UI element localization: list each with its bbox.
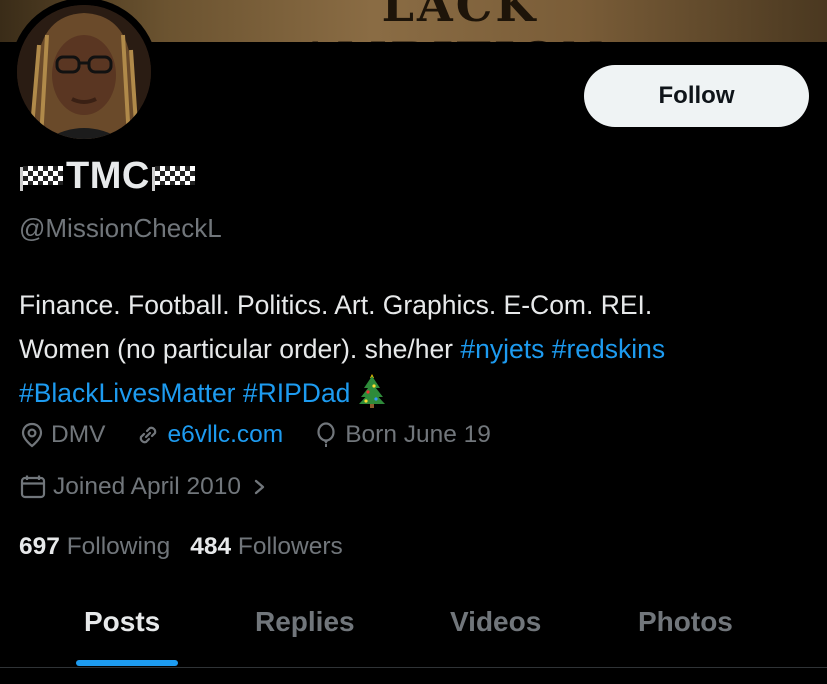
followers-stat[interactable]: 484 Followers xyxy=(190,533,343,561)
follow-button[interactable]: Follow xyxy=(584,65,809,127)
profile-handle: @MissionCheckL xyxy=(19,213,222,243)
hashtag-ripdad[interactable]: #RIPDad xyxy=(243,378,351,408)
website-link[interactable]: e6vllc.com xyxy=(167,421,283,449)
tab-videos[interactable]: Videos xyxy=(450,606,541,638)
location-text: DMV xyxy=(51,421,106,448)
tabs-divider xyxy=(0,667,827,668)
tab-replies[interactable]: Replies xyxy=(255,606,355,638)
birthday-item: Born June 19 xyxy=(313,421,491,449)
joined-row[interactable]: Joined April 2010 xyxy=(19,473,307,501)
location-pin-icon xyxy=(21,422,43,448)
display-name: TMC xyxy=(66,155,150,197)
following-count: 697 xyxy=(19,533,60,560)
avatar[interactable] xyxy=(17,5,151,139)
display-name-row: TMC xyxy=(20,155,196,198)
bio-line-2: Women (no particular order). she/her xyxy=(19,334,461,364)
birthday-text: Born June 19 xyxy=(345,421,491,448)
profile-meta-row: DMV e6vllc.com Born June 19 xyxy=(19,421,521,449)
joined-text: Joined April 2010 xyxy=(53,473,241,500)
balloon-icon xyxy=(317,422,335,447)
location-item: DMV xyxy=(19,421,105,449)
profile-tabs: Posts Replies Videos Photos xyxy=(0,590,827,666)
followers-count: 484 xyxy=(190,533,232,560)
hashtag-nyjets[interactable]: #nyjets xyxy=(460,334,544,364)
follow-stats: 697 Following 484 Followers xyxy=(19,533,363,561)
christmas-tree-icon xyxy=(358,372,386,408)
hashtag-blacklivesmatter[interactable]: #BlackLivesMatter xyxy=(19,378,236,408)
link-icon xyxy=(140,426,157,444)
following-stat[interactable]: 697 Following xyxy=(19,533,170,561)
following-label: Following xyxy=(66,533,171,560)
bio-line-1: Finance. Football. Politics. Art. Graphi… xyxy=(19,290,653,320)
checkered-flag-icon xyxy=(20,163,64,191)
tab-photos[interactable]: Photos xyxy=(638,606,733,638)
calendar-icon xyxy=(20,475,46,499)
followers-label: Followers xyxy=(237,533,343,560)
active-tab-indicator xyxy=(76,660,178,666)
hashtag-redskins[interactable]: #redskins xyxy=(552,334,665,364)
checkered-flag-icon xyxy=(151,163,196,191)
banner-text: LACK AMBITION. xyxy=(298,0,620,42)
profile-bio: Finance. Football. Politics. Art. Graphi… xyxy=(19,283,819,415)
website-item: e6vllc.com xyxy=(135,421,283,449)
tab-posts[interactable]: Posts xyxy=(84,606,160,638)
chevron-right-icon xyxy=(254,479,265,495)
joined-item[interactable]: Joined April 2010 xyxy=(19,473,277,501)
